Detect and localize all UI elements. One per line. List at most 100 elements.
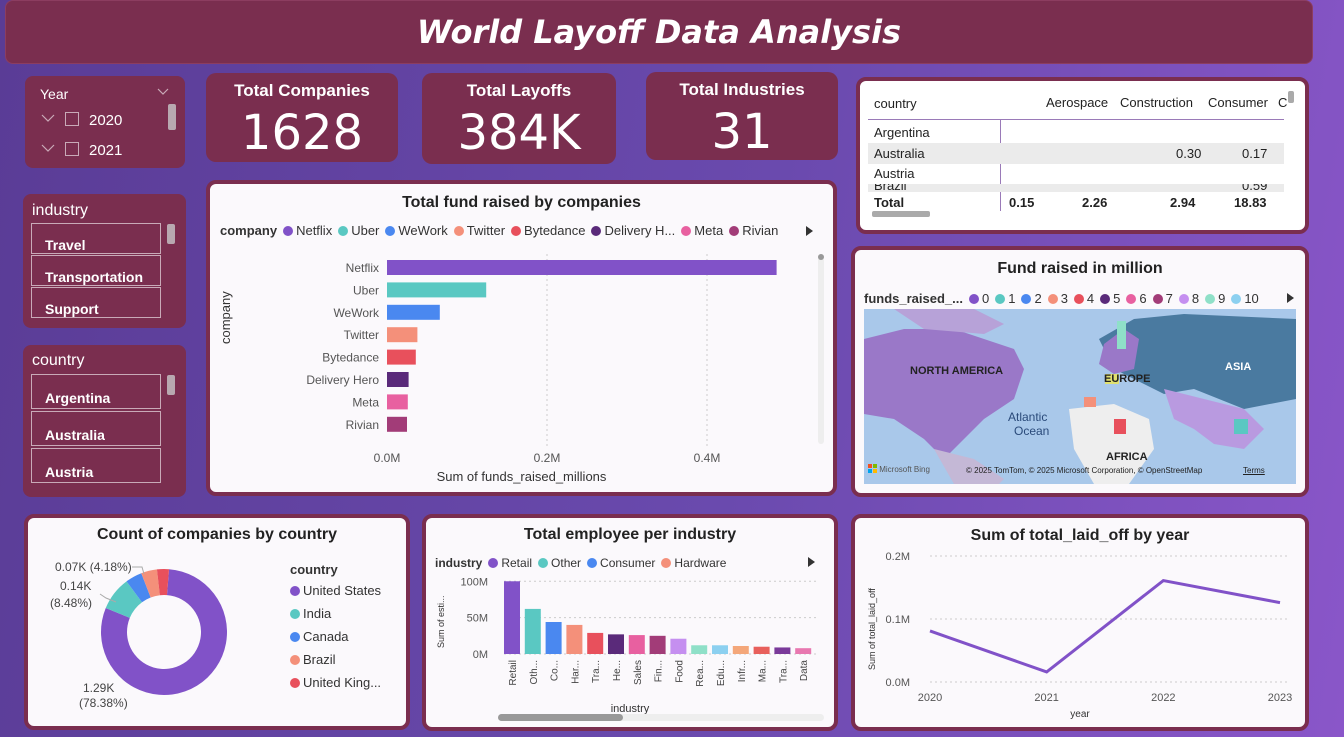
table-row[interactable]: Australia 0.30 0.17 [868,143,1284,164]
country-industry-matrix[interactable]: country Aerospace Construction Consumer … [856,77,1309,234]
map-legend-item[interactable]: 1 [995,291,1015,306]
map-legend-item[interactable]: 8 [1178,291,1199,306]
checkbox[interactable] [65,112,79,126]
matrix-header-consumer[interactable]: Consumer [1208,95,1268,110]
map-credits[interactable]: © 2025 TomTom, © 2025 Microsoft Corporat… [966,466,1202,475]
kpi-total-layoffs: Total Layoffs 384K [422,73,616,164]
map-legend-item[interactable]: 5 [1100,291,1120,306]
slicer-item-2021[interactable]: 2021 [39,140,179,160]
donut-legend-item[interactable]: United King... [290,675,381,690]
matrix-header-aerospace[interactable]: Aerospace [1046,95,1108,110]
vertical-scrollbar[interactable] [818,254,824,444]
industry-slicer[interactable]: industry Travel Transportation Support [23,194,186,328]
slicer-item-argentina[interactable]: Argentina [31,374,161,409]
bar-delivery-hero[interactable] [387,372,409,387]
bar[interactable] [712,645,728,654]
matrix-header-construction[interactable]: Construction [1120,95,1193,110]
bar-rivian[interactable] [387,416,407,432]
world-map[interactable]: NORTH AMERICA EUROPE ASIA AFRICA Atlanti… [864,309,1296,484]
bar[interactable] [608,634,624,654]
chevron-expand-icon[interactable] [41,114,55,123]
bar-twitter[interactable] [387,327,418,343]
fund-bar-chart[interactable]: 0.0M 0.2M 0.4M Netflix Uber WeWork Twitter Byte… [210,184,833,492]
matrix-header-truncated[interactable]: C [1278,95,1287,110]
table-row[interactable]: Brazil 0.59 [868,184,1284,192]
scrollbar[interactable] [167,224,175,244]
checkbox[interactable] [65,142,79,156]
bar[interactable] [628,635,645,654]
cell-value: 0.30 [1176,146,1202,161]
matrix-header-country[interactable]: country [874,96,917,111]
map-legend-item[interactable]: 2 [1021,291,1042,306]
horizontal-scrollbar[interactable] [872,211,930,217]
y-tick-label: Delivery Hero [306,373,379,387]
x-tick-label: 2021 [1034,692,1058,704]
map-terms-link[interactable]: Terms [1243,466,1265,475]
bar[interactable] [795,648,812,654]
bar-bytedance[interactable] [387,349,416,365]
map-shapes[interactable] [864,309,1296,484]
x-tick-label: Har... [570,660,581,684]
map-legend-item[interactable]: 10 [1231,291,1259,306]
year-slicer[interactable]: Year 2020 2021 [25,76,185,168]
bar[interactable] [670,638,687,654]
industry-bar-chart[interactable]: 100M 50M 0M Retail Oth... Co... Har... Tra... He… [426,518,834,727]
bar[interactable] [545,622,562,654]
donut-legend-item[interactable]: United States [290,583,381,598]
horizontal-scrollbar[interactable] [498,714,824,721]
legend-dot [290,609,300,619]
bar-wework[interactable] [387,304,440,320]
map-legend-item[interactable]: 6 [1126,291,1147,306]
scrollbar-thumb[interactable] [498,714,623,721]
country-slicer[interactable]: country Argentina Australia Austria [23,345,186,497]
series-line[interactable] [929,578,1281,674]
slicer-item-support[interactable]: Support [31,287,161,318]
bar[interactable] [753,646,770,654]
map-legend-item[interactable]: 4 [1073,291,1094,306]
bar[interactable] [504,581,520,654]
scrollbar[interactable] [167,375,175,395]
map-legend-item[interactable]: 7 [1152,291,1173,306]
chevron-expand-icon[interactable] [41,144,55,153]
y-tick-label: 0.2M [886,551,910,563]
donut-legend-item[interactable]: Canada [290,629,349,644]
donut-legend-item[interactable]: Brazil [290,652,336,667]
table-row[interactable]: Austria [868,164,1284,184]
bar[interactable] [649,635,666,654]
slicer-item-australia[interactable]: Australia [31,411,161,446]
bar-netflix[interactable] [387,260,777,275]
header-divider [868,119,1284,120]
slicer-item-austria[interactable]: Austria [31,448,161,483]
bar-uber[interactable] [387,282,487,298]
scrollbar-thumb[interactable] [818,254,824,260]
table-row[interactable]: Argentina [868,123,1284,143]
bar[interactable] [774,647,791,654]
bar[interactable] [524,608,541,654]
donut-legend-item[interactable]: India [290,606,331,621]
employee-per-industry-card[interactable]: Total employee per industry industry Ret… [422,514,838,731]
laid-off-line-chart[interactable]: 0.2M 0.1M 0.0M 2020 2021 2022 2023 [855,518,1305,727]
map-legend-item[interactable]: 9 [1205,291,1225,306]
bar[interactable] [566,624,583,654]
laid-off-by-year-card[interactable]: Sum of total_laid_off by year Sum of tot… [851,514,1309,731]
slicer-item-travel[interactable]: Travel [31,223,161,254]
companies-by-country-card[interactable]: Count of companies by country 1.29K (78.3… [24,514,410,730]
fund-raised-chart-card[interactable]: Total fund raised by companies company N… [206,180,837,496]
slicer-item-label: 2020 [89,112,123,129]
map-legend-item[interactable]: 3 [1047,291,1068,306]
legend-next-icon[interactable] [1287,293,1295,303]
x-tick-label: Fin... [654,660,665,682]
slicer-item-transportation[interactable]: Transportation [31,255,161,286]
bar[interactable] [732,646,749,654]
chevron-down-icon[interactable] [157,88,169,96]
bar-meta[interactable] [387,394,408,410]
total-value: 18.83 [1234,195,1267,210]
scrollbar[interactable] [168,104,176,130]
cell-value: 0.59 [1242,184,1268,192]
bar[interactable] [587,632,604,654]
vertical-scrollbar[interactable] [1288,91,1294,103]
slicer-item-2020[interactable]: 2020 [39,110,179,130]
fund-map-card[interactable]: Fund raised in million funds_raised_... … [851,246,1309,497]
bar[interactable] [691,645,708,654]
map-legend-item[interactable]: 0 [968,291,989,306]
